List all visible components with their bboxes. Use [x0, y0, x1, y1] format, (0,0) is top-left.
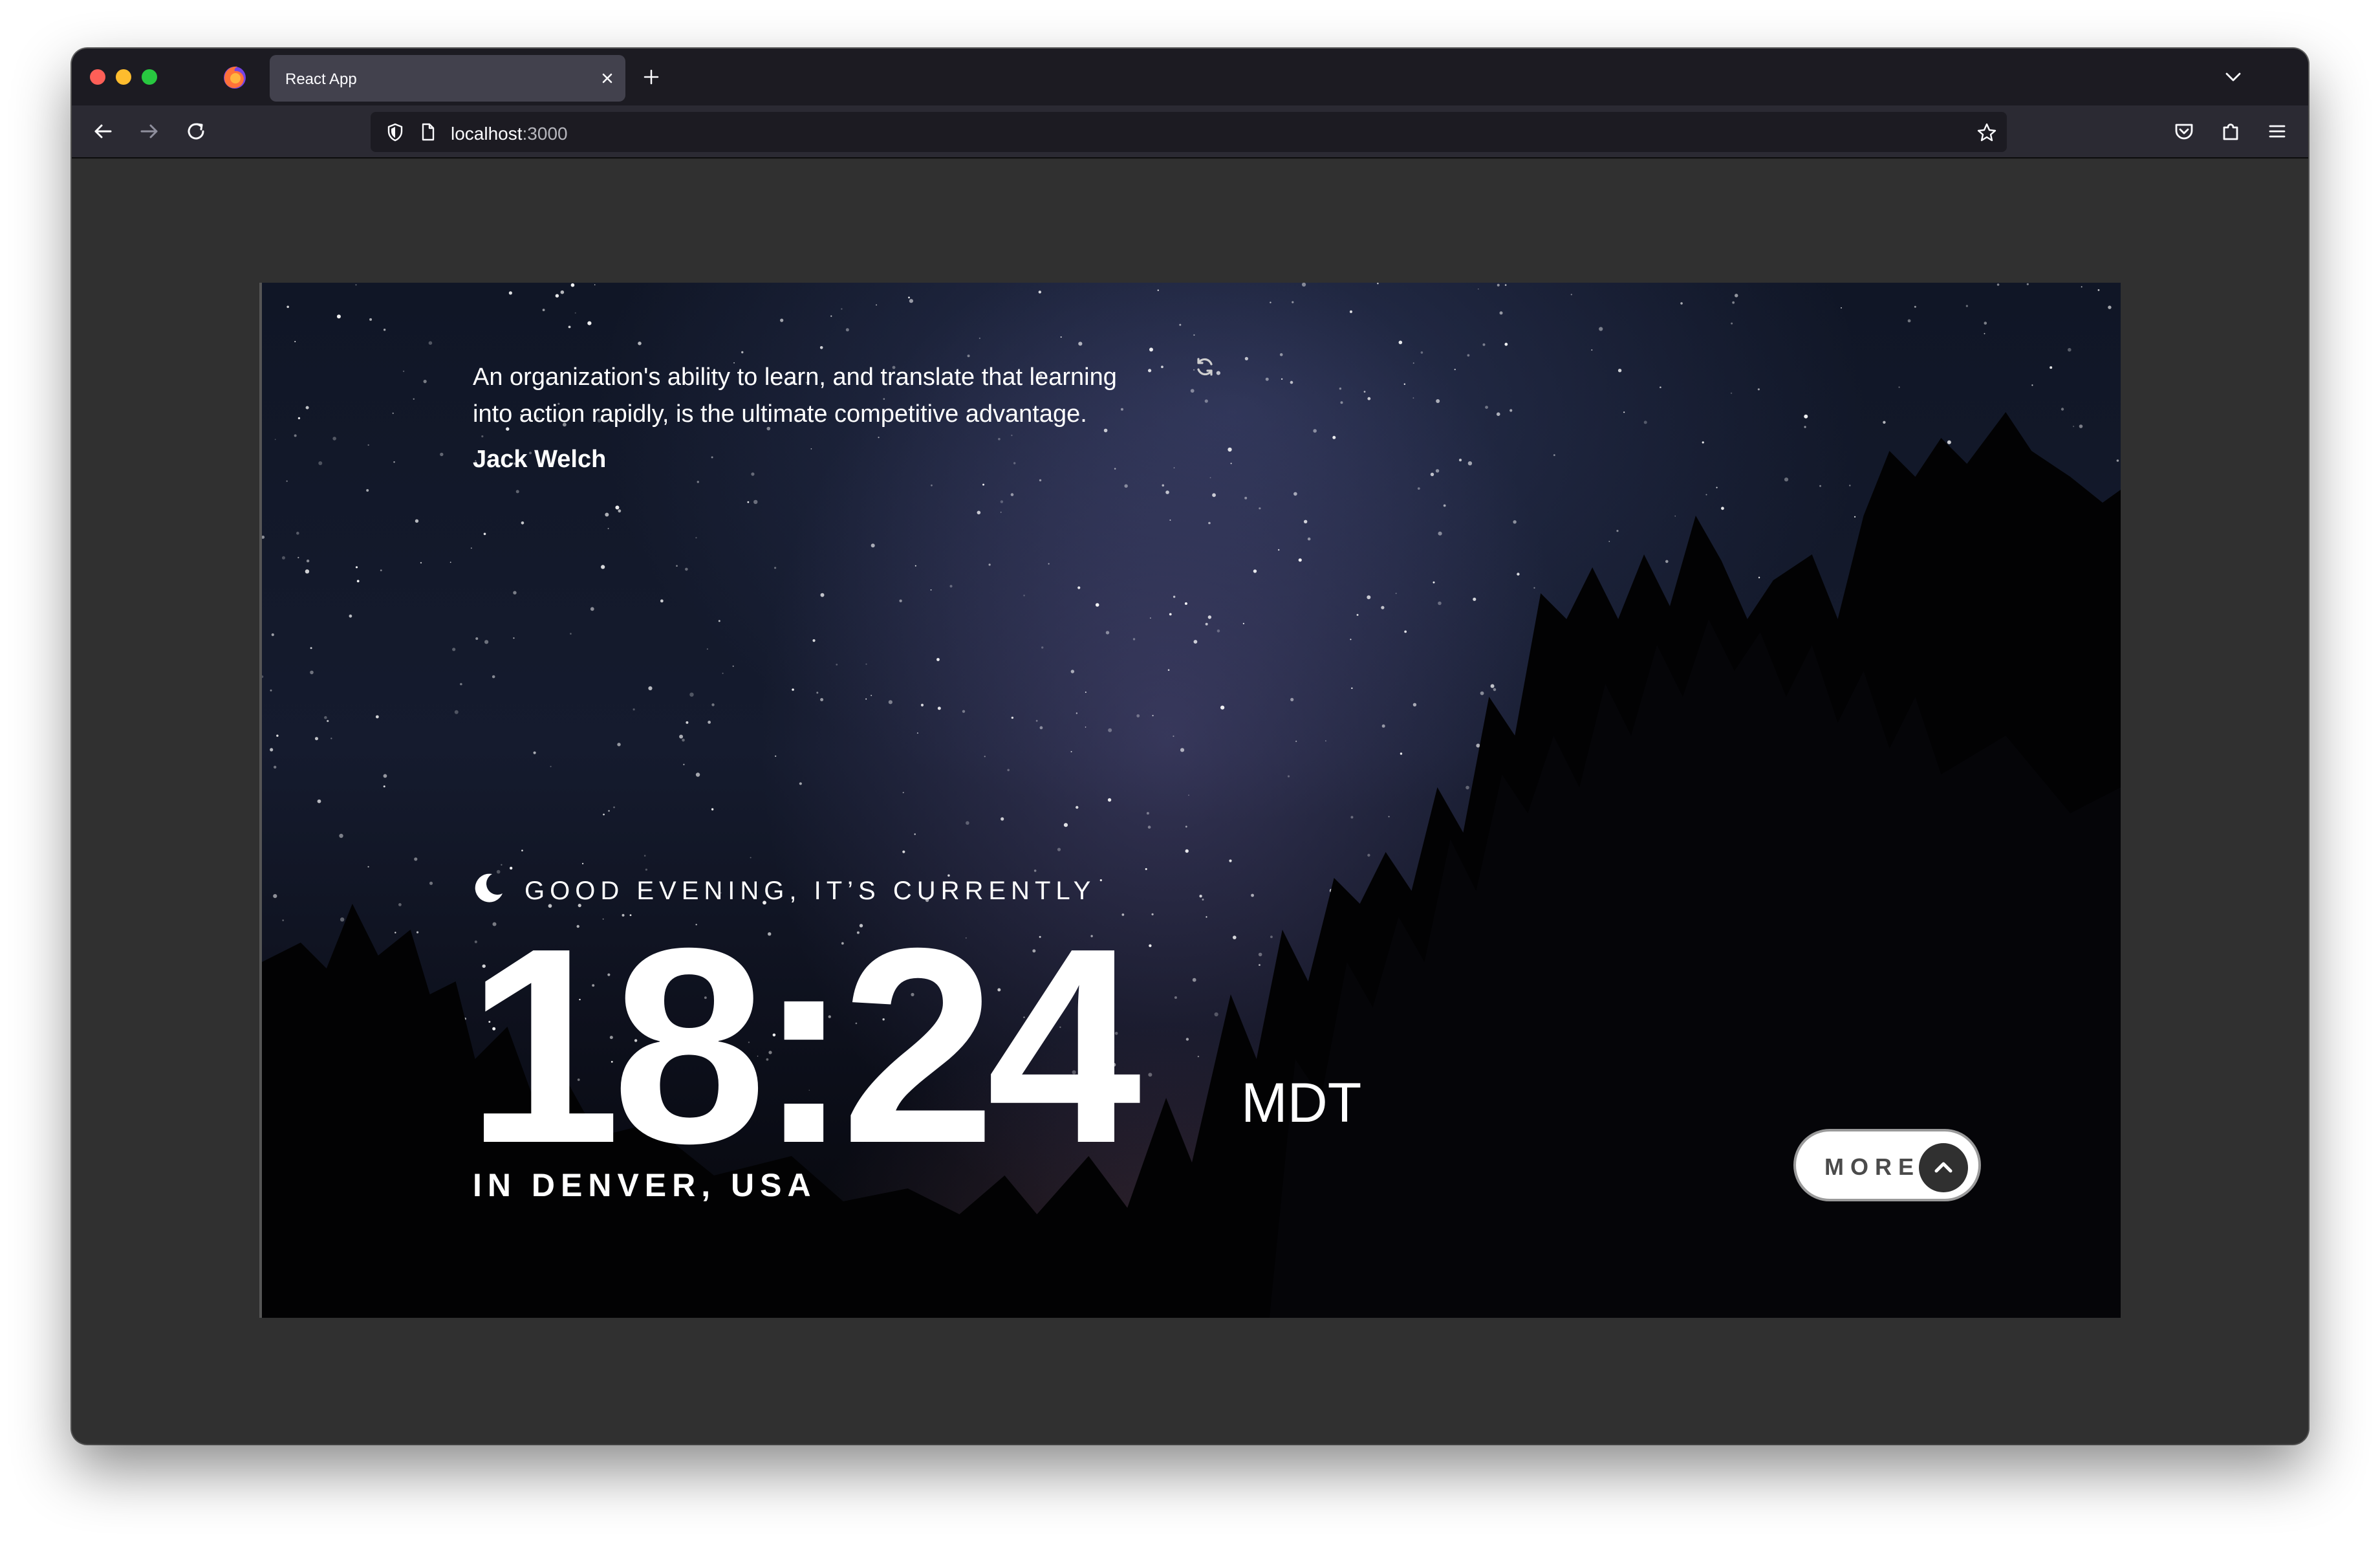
url-port: :3000 — [522, 124, 568, 144]
title-bar: React App — [72, 49, 2308, 105]
page-viewport: An organization's ability to learn, and … — [72, 160, 2308, 1444]
close-window-button[interactable] — [90, 69, 105, 85]
forward-arrow-icon[interactable] — [136, 118, 162, 144]
menu-icon[interactable] — [2264, 118, 2290, 144]
more-button[interactable]: MORE — [1793, 1129, 1981, 1201]
pocket-icon[interactable] — [2171, 118, 2197, 144]
reload-icon[interactable] — [183, 118, 209, 144]
back-arrow-icon[interactable] — [90, 118, 116, 144]
firefox-icon[interactable] — [222, 64, 248, 90]
bookmark-star-icon[interactable] — [1976, 122, 1998, 144]
refresh-quote-icon[interactable] — [1192, 354, 1218, 380]
navigation-toolbar: localhost:3000 — [72, 105, 2308, 158]
browser-window: React App localhost:3000 An organization… — [72, 49, 2308, 1444]
maximize-window-button[interactable] — [142, 69, 157, 85]
chevron-down-icon[interactable] — [2223, 68, 2244, 86]
current-time: 18:24 — [466, 891, 1141, 1201]
location-text: IN DENVER, USA — [473, 1167, 817, 1203]
clock-app: An organization's ability to learn, and … — [259, 283, 2121, 1318]
close-tab-icon[interactable] — [598, 69, 616, 87]
tab-react-app[interactable]: React App — [270, 55, 625, 102]
url-text: localhost:3000 — [451, 124, 568, 144]
url-host: localhost — [451, 124, 523, 144]
quote-author: Jack Welch — [473, 446, 607, 473]
page-icon[interactable] — [417, 122, 438, 142]
timezone-label: MDT — [1241, 1072, 1362, 1134]
minimize-window-button[interactable] — [116, 69, 131, 85]
chevron-up-icon[interactable] — [1919, 1143, 1968, 1192]
new-tab-icon[interactable] — [641, 67, 662, 87]
tab-title: React App — [285, 71, 357, 88]
url-bar[interactable]: localhost:3000 — [371, 112, 2007, 152]
quote-text: An organization's ability to learn, and … — [473, 364, 1117, 428]
more-button-label: MORE — [1824, 1153, 1920, 1180]
shield-icon[interactable] — [385, 122, 406, 142]
extensions-icon[interactable] — [2218, 118, 2244, 144]
